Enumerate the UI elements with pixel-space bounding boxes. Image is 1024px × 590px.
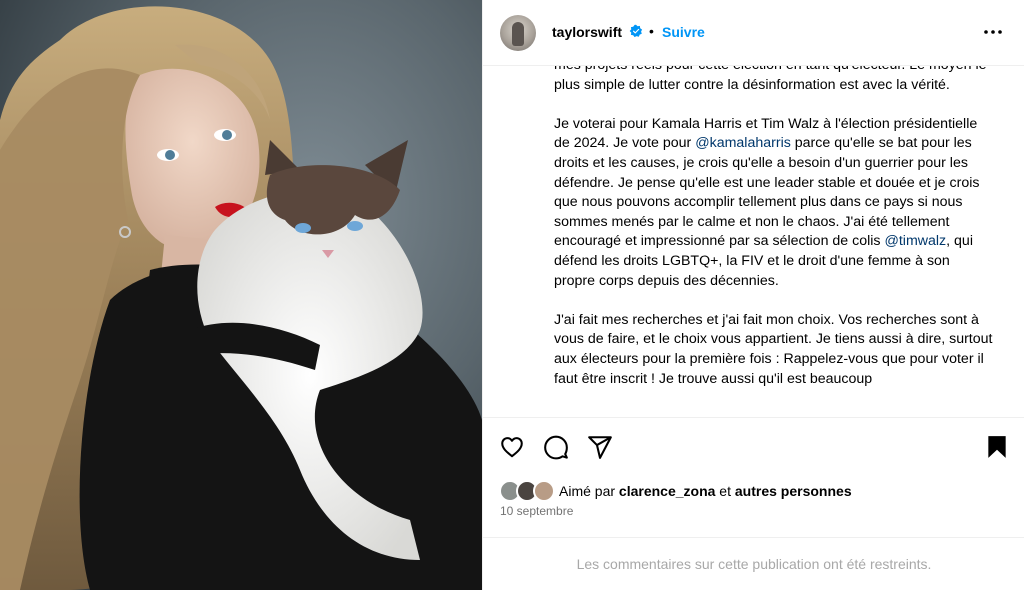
liker-avatars[interactable] — [499, 480, 557, 502]
post-header: taylorswift • Suivre — [483, 0, 1024, 66]
caption-paragraph-2: Je voterai pour Kamala Harris et Tim Wal… — [554, 115, 994, 291]
post-photo-illustration — [0, 0, 482, 590]
likes-summary: Aimé par clarence_zona et autres personn… — [499, 480, 852, 502]
caption-paragraph-1: mes projets réels pour cette élection en… — [554, 66, 987, 93]
bookmark-icon[interactable] — [984, 434, 1010, 460]
likes-conjunction: et — [715, 483, 735, 499]
verified-badge-icon — [629, 24, 643, 38]
more-options-icon[interactable] — [981, 20, 1005, 44]
comment-icon[interactable] — [543, 434, 569, 460]
post-date[interactable]: 10 septembre — [500, 504, 573, 518]
heart-icon[interactable] — [499, 434, 525, 460]
header-separator: • — [649, 23, 654, 39]
caption-text: mes projets réels pour cette élection en… — [554, 66, 994, 409]
likes-prefix: Aimé par — [559, 483, 619, 499]
comments-restricted-notice: Les commentaires sur cette publication o… — [483, 537, 1024, 590]
follow-button[interactable]: Suivre — [662, 24, 705, 40]
post-caption: mes projets réels pour cette élection en… — [483, 66, 1024, 417]
mention-kamalaharris[interactable]: @kamalaharris — [695, 135, 791, 151]
mention-timwalz[interactable]: @timwalz — [884, 233, 946, 249]
share-icon[interactable] — [587, 434, 613, 460]
author-username[interactable]: taylorswift — [552, 24, 622, 40]
likes-others-link[interactable]: autres personnes — [735, 483, 852, 499]
caption-paragraph-3: J'ai fait mes recherches et j'ai fait mo… — [554, 311, 993, 387]
liker-avatar — [533, 480, 555, 502]
post-panel: taylorswift • Suivre mes projets réels p… — [482, 0, 1024, 590]
post-image[interactable] — [0, 0, 482, 590]
liker-username[interactable]: clarence_zona — [619, 483, 716, 499]
author-avatar[interactable] — [500, 15, 536, 51]
likes-text: Aimé par clarence_zona et autres personn… — [559, 483, 852, 499]
